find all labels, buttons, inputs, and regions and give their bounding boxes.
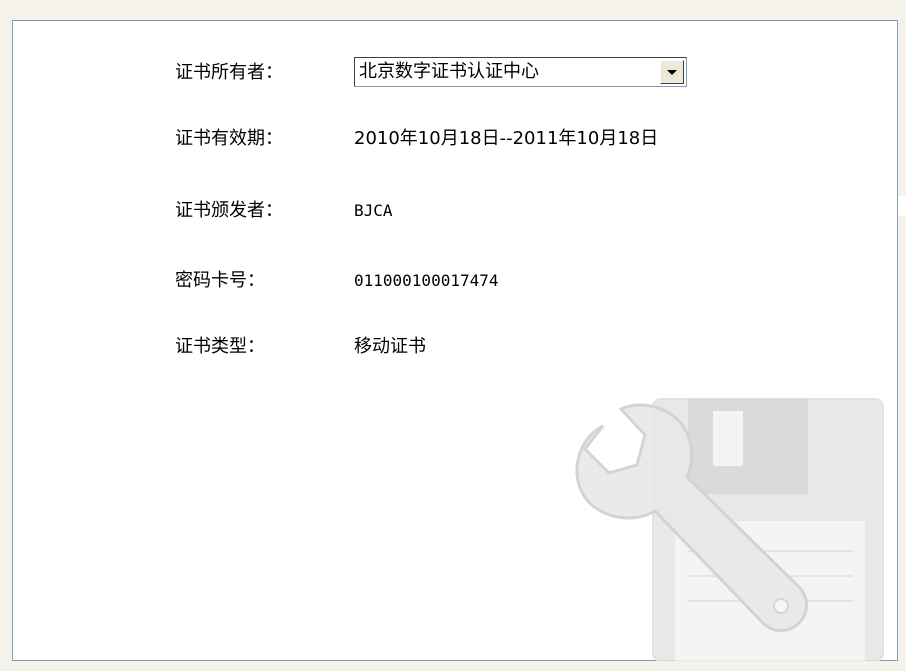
validity-value: 2010年10月18日--2011年10月18日 <box>354 128 659 149</box>
certificate-info-panel: 证书所有者： 北京数字证书认证中心 证书有效期： 2010年10月18日--20… <box>12 20 898 661</box>
card-number-value: 011000100017474 <box>354 271 499 290</box>
owner-select[interactable]: 北京数字证书认证中心 <box>354 57 687 87</box>
card-number-label: 密码卡号： <box>175 270 265 291</box>
window-edge-gap <box>897 196 906 216</box>
issuer-value: BJCA <box>354 201 393 220</box>
validity-label: 证书有效期： <box>175 128 283 149</box>
type-label: 证书类型： <box>175 336 265 357</box>
issuer-label: 证书颁发者： <box>175 200 283 221</box>
owner-selected-value: 北京数字证书认证中心 <box>359 61 539 82</box>
owner-label: 证书所有者： <box>175 62 283 83</box>
chevron-down-icon[interactable] <box>660 60 684 84</box>
wrench-floppy-disk-icon <box>575 398 884 661</box>
type-value: 移动证书 <box>354 336 426 357</box>
